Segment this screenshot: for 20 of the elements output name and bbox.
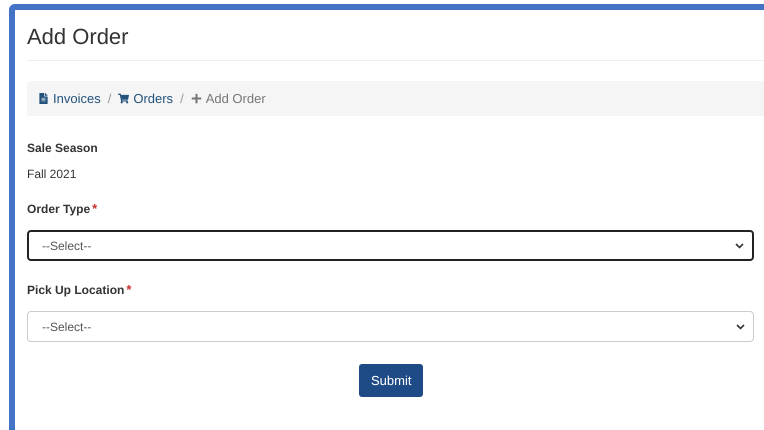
breadcrumb-link[interactable]: Invoices — [38, 91, 101, 106]
field-label: Pick Up Location* — [27, 282, 132, 297]
field-value: Fall 2021 — [27, 167, 78, 181]
submit-button[interactable]: Submit — [359, 364, 424, 397]
required-marker: * — [92, 201, 98, 216]
breadcrumb-link[interactable]: Add Order — [190, 91, 266, 106]
breadcrumb-link[interactable]: Orders — [118, 91, 174, 106]
select-field[interactable]: --Select-- — [27, 230, 754, 261]
chevron-down-icon — [735, 242, 744, 248]
chevron-down-icon — [736, 324, 745, 330]
field-label: Sale Season — [27, 141, 99, 155]
breadcrumb-separator: / — [106, 91, 112, 106]
plus-icon — [190, 93, 202, 104]
field-label: Order Type* — [27, 201, 98, 216]
breadcrumb-separator: / — [179, 91, 185, 106]
page-title: Add Order — [27, 24, 764, 61]
select-field[interactable]: --Select-- — [27, 311, 754, 342]
document-icon — [38, 93, 49, 104]
cart-icon — [118, 93, 130, 104]
required-marker: * — [126, 282, 132, 297]
